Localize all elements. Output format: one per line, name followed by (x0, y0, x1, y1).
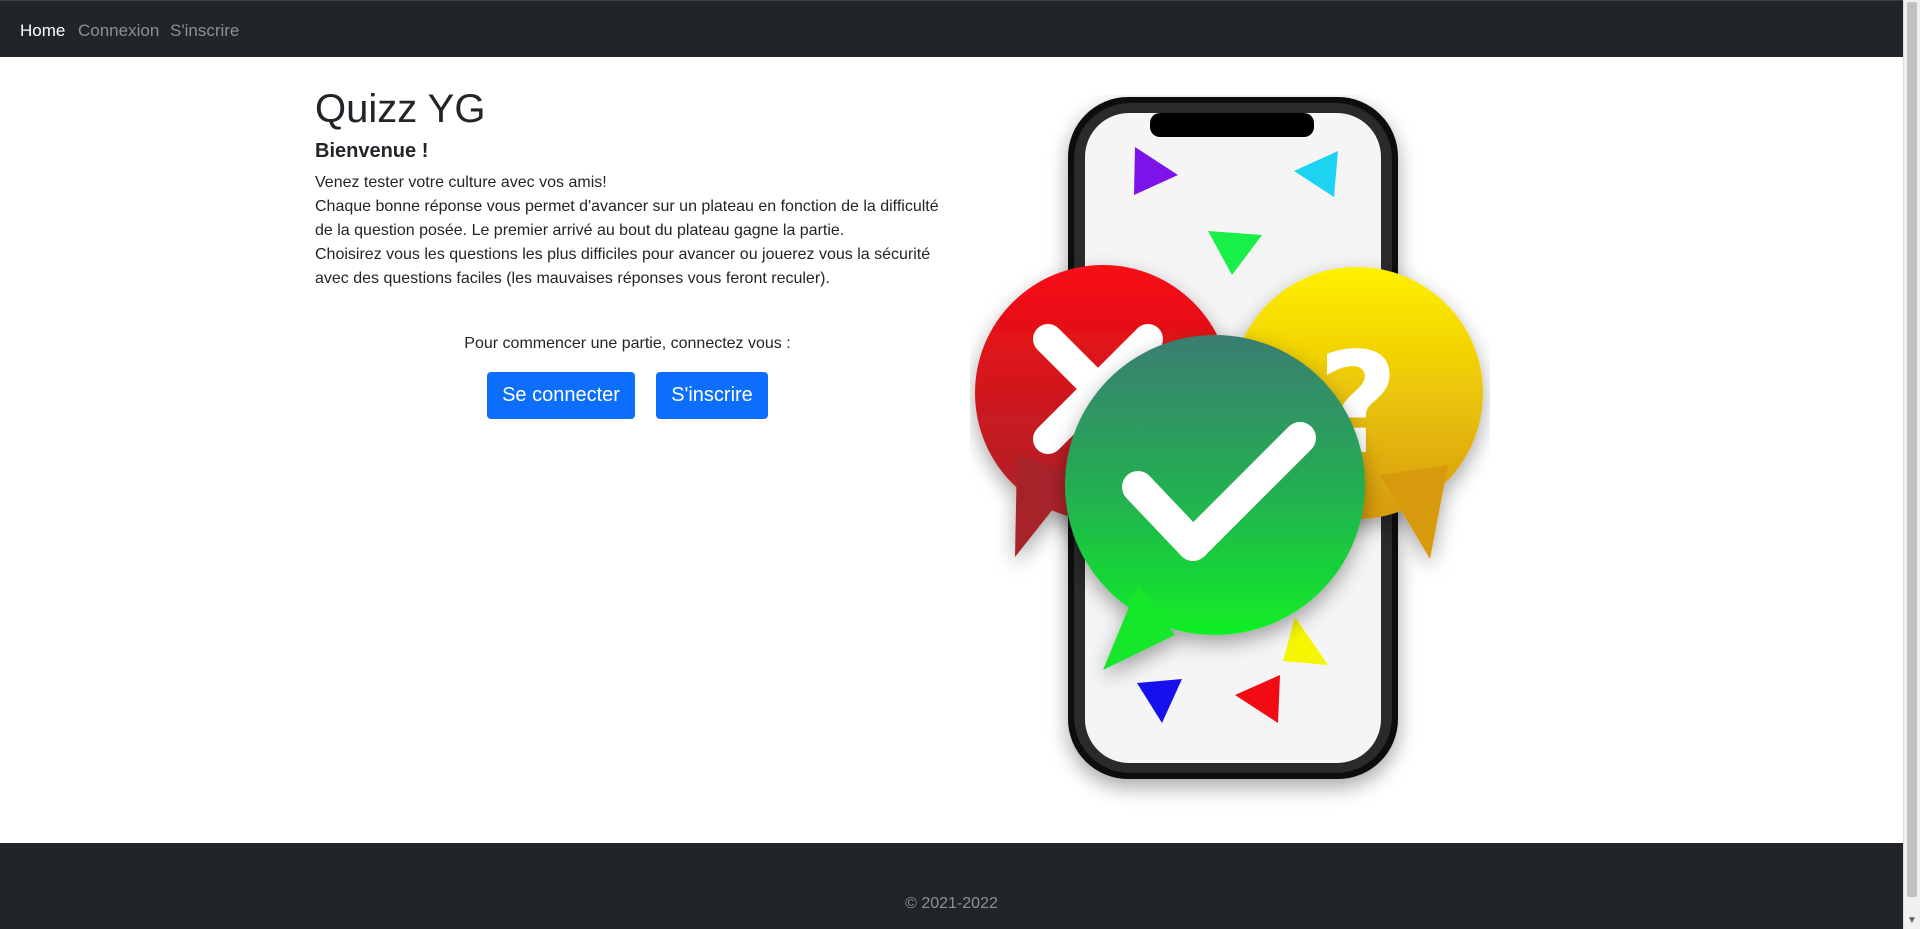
description-line-1: Venez tester votre culture avec vos amis… (315, 174, 607, 191)
nav-signup-link[interactable]: S'inscrire (170, 21, 239, 41)
vertical-scrollbar[interactable]: ▲ ▼ (1903, 0, 1920, 929)
navbar: Home Connexion S'inscrire (0, 0, 1903, 57)
footer: © 2021-2022 (0, 843, 1903, 929)
scroll-down-arrow-icon[interactable]: ▼ (1904, 913, 1920, 929)
page-subtitle: Bienvenue ! (315, 140, 429, 162)
copyright-text: © 2021-2022 (905, 895, 998, 912)
scroll-thumb[interactable] (1907, 2, 1917, 897)
login-button[interactable]: Se connecter (487, 372, 635, 419)
cta-text: Pour commencer une partie, connectez vou… (464, 335, 791, 352)
signup-button[interactable]: S'inscrire (656, 372, 768, 419)
description-line-2: Chaque bonne réponse vous permet d'avanc… (315, 198, 939, 239)
description-line-3: Choisirez vous les questions les plus di… (315, 246, 931, 287)
nav-home-link[interactable]: Home (20, 21, 65, 41)
nav-login-link[interactable]: Connexion (78, 21, 159, 41)
description: Venez tester votre culture avec vos amis… (315, 171, 945, 291)
main-content: Quizz YG Bienvenue ! Venez tester votre … (0, 57, 1903, 843)
quiz-phone-illustration-icon: ? (975, 97, 1483, 779)
page-title: Quizz YG (315, 87, 486, 131)
